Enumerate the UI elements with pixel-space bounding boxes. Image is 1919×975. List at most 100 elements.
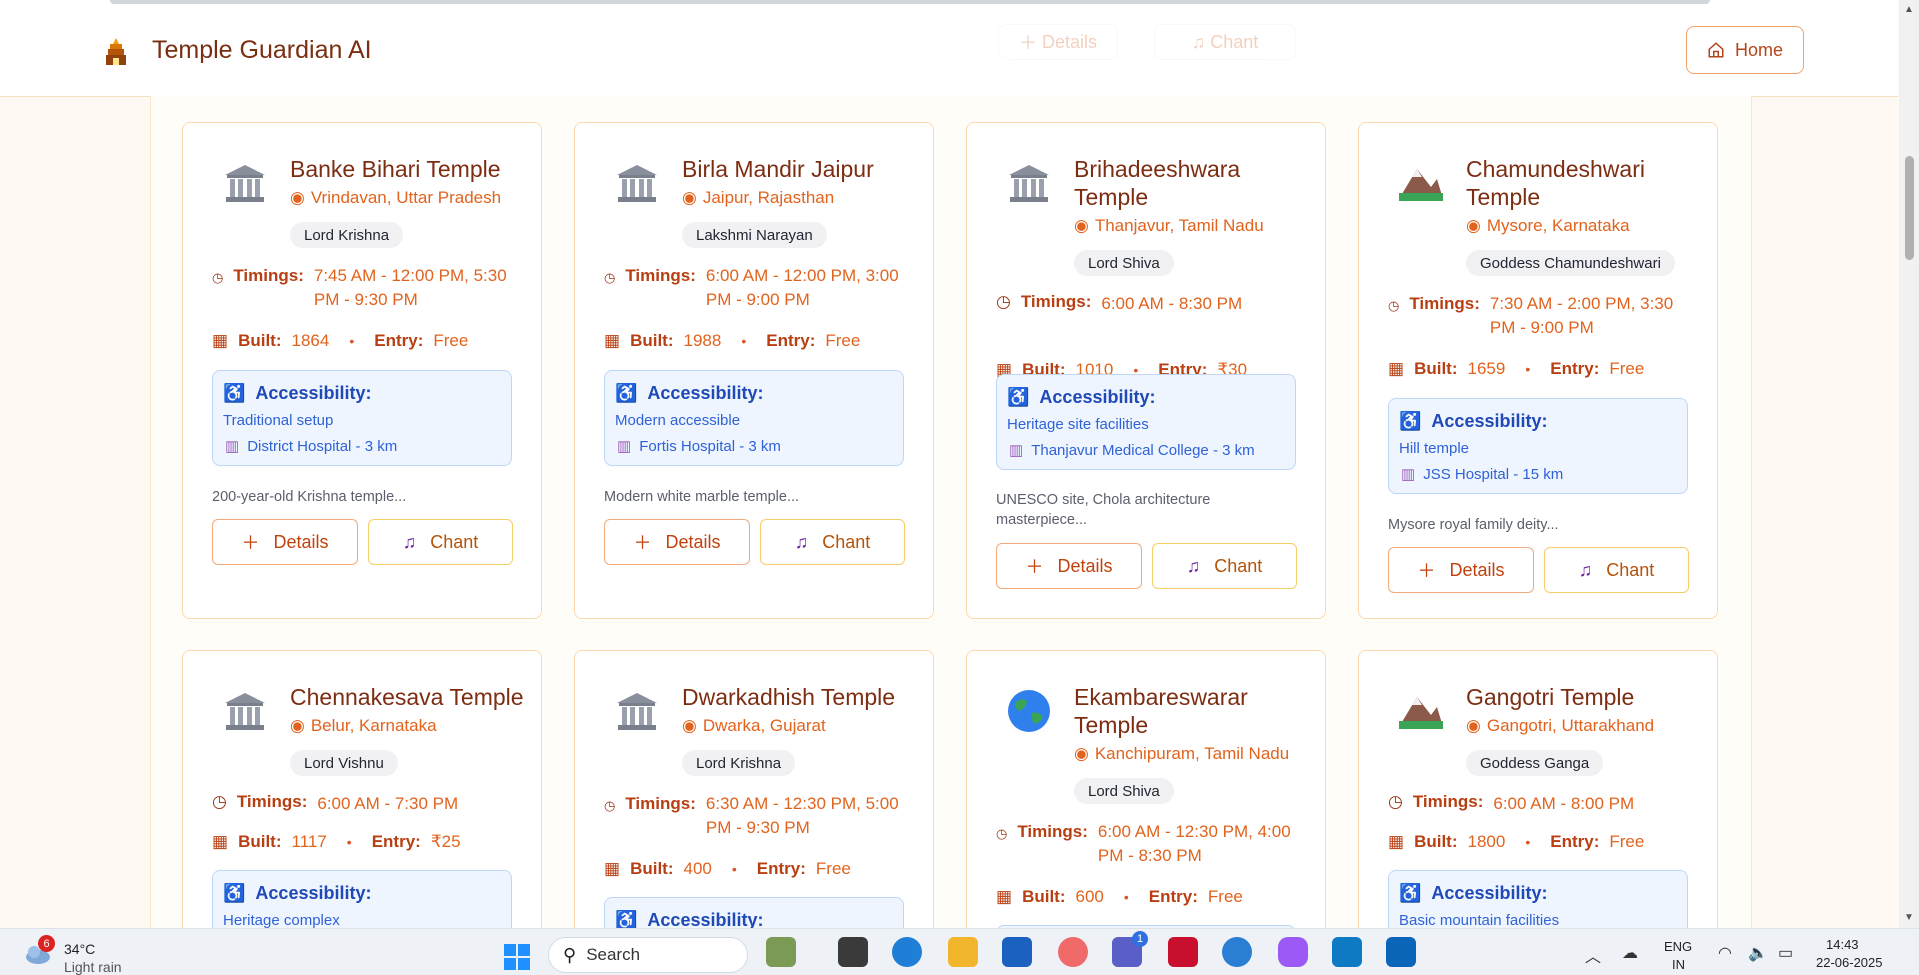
microsoft-store-icon[interactable]: [1002, 937, 1032, 967]
calendar-icon: ▦: [212, 331, 229, 350]
deity-badge: Lakshmi Narayan: [682, 222, 827, 248]
map-pin-icon: ◉: [290, 716, 305, 735]
clock-icon: ◷: [212, 792, 227, 811]
chant-button[interactable]: ♫ Chant: [368, 519, 513, 565]
clock-icon: ◷: [996, 292, 1011, 311]
wheelchair-icon: ♿: [223, 383, 246, 403]
chant-button[interactable]: ♫ Chant: [760, 519, 905, 565]
temple-grid: Banke Bihari Temple ◉ Vrindavan, Uttar Pr…: [150, 96, 1752, 928]
built-entry-row: ▦ Built: 1988 • Entry: Free: [604, 331, 861, 350]
myhp-icon[interactable]: [1332, 937, 1362, 967]
outlook-icon[interactable]: [1386, 937, 1416, 967]
music-note-icon: ♫: [1578, 559, 1593, 580]
weather-badge: 6: [38, 935, 55, 952]
edge-browser-icon[interactable]: [892, 937, 922, 967]
help-icon[interactable]: [1222, 937, 1252, 967]
wheelchair-icon: ♿: [223, 883, 246, 903]
onedrive-icon[interactable]: ☁: [1622, 943, 1638, 963]
deity-badge: Lord Krishna: [290, 222, 404, 248]
scrollbar-thumb[interactable]: [1905, 156, 1914, 260]
calendar-icon: ▦: [212, 832, 229, 851]
hospital-icon: ▥: [1401, 466, 1416, 483]
taskbar-search[interactable]: ⚲ Search: [548, 937, 748, 973]
temple-card: Ekambareswarar Temple ◉ Kanchipuram, Tami…: [966, 650, 1326, 928]
task-view-icon[interactable]: [838, 937, 868, 967]
app-header: Temple Guardian AI ＋ Details ♫ Chant Hom…: [0, 0, 1898, 97]
chevron-up-icon[interactable]: ︿: [1585, 943, 1601, 967]
plus-icon: ＋: [633, 533, 652, 553]
hospital-icon: ▥: [225, 438, 240, 455]
clock-icon: ◷: [1388, 298, 1400, 313]
temple-building-icon: [1009, 165, 1049, 202]
temple-building-icon: [225, 693, 265, 730]
details-button[interactable]: ＋ Details: [604, 519, 750, 565]
temple-name: Chennakesava Temple: [290, 684, 524, 710]
temple-name: Birla Mandir Jaipur: [682, 156, 874, 182]
clock-icon: ◷: [604, 798, 616, 813]
plus-icon: ＋: [1417, 561, 1436, 581]
windows-start-icon[interactable]: [503, 943, 531, 971]
volume-icon[interactable]: 🔈: [1748, 943, 1768, 963]
weather-desc: Light rain: [64, 959, 122, 975]
timings-row: ◷ Timings: 7:30 AM - 2:00 PM, 3:30 PM - 9:…: [1388, 294, 1674, 337]
teams-icon[interactable]: 1: [1112, 931, 1148, 967]
page-scrollbar[interactable]: ▲ ▼: [1899, 0, 1919, 928]
map-pin-icon: ◉: [682, 188, 697, 207]
built-entry-row: ▦ Built: 1659 • Entry: Free: [1388, 359, 1645, 378]
built-entry-row: ▦ Built: 400 • Entry: Free: [604, 859, 851, 878]
windows-taskbar: 6 34°C Light rain ⚲ Search 1 ︿ ☁ ENG IN …: [0, 928, 1919, 975]
details-button[interactable]: ＋ Details: [212, 519, 358, 565]
mcafee-icon[interactable]: [1168, 937, 1198, 967]
file-explorer-icon[interactable]: [948, 937, 978, 967]
chant-button[interactable]: ♫ Chant: [1544, 547, 1689, 593]
deity-badge: Lord Shiva: [1074, 778, 1174, 804]
wifi-icon[interactable]: ◠: [1718, 943, 1732, 963]
chant-button[interactable]: ♫ Chant: [1152, 543, 1297, 589]
wheelchair-icon: ♿: [615, 383, 638, 403]
timings-row: ◷ Timings: 6:00 AM - 7:30 PM: [212, 792, 459, 813]
plus-icon: ＋: [241, 533, 260, 553]
scroll-down-icon[interactable]: ▼: [1904, 912, 1914, 923]
clock-icon: ◷: [212, 270, 224, 285]
wheelchair-icon: ♿: [1399, 411, 1422, 431]
music-note-icon: ♫: [794, 531, 809, 552]
weather-icon[interactable]: 6: [22, 935, 55, 965]
details-button[interactable]: ＋ Details: [1388, 547, 1534, 593]
details-button[interactable]: ＋ Details: [996, 543, 1142, 589]
timings-row: ◷ Timings: 6:30 AM - 12:30 PM, 5:00 PM - 9…: [604, 794, 899, 837]
temple-location: ◉ Jaipur, Rajasthan: [682, 188, 835, 207]
built-entry-row: ▦ Built: 1864 • Entry: Free: [212, 331, 469, 350]
clock-date: 22-06-2025: [1816, 955, 1883, 970]
temple-card: Gangotri Temple ◉ Gangotri, Uttarakhand G…: [1358, 650, 1718, 928]
temple-description: Mysore royal family deity...: [1388, 517, 1559, 533]
region-indicator: IN: [1672, 957, 1685, 972]
timings-row: ◷ Timings: 6:00 AM - 12:30 PM, 4:00 PM - 8…: [996, 822, 1291, 865]
map-pin-icon: ◉: [682, 716, 697, 735]
hospital-icon: ▥: [617, 438, 632, 455]
bonsai-widget-icon[interactable]: [766, 937, 796, 967]
calendar-icon: ▦: [996, 887, 1013, 906]
temple-card: Chennakesava Temple ◉ Belur, Karnataka Lo…: [182, 650, 542, 928]
home-button[interactable]: Home: [1686, 26, 1804, 74]
photos-icon[interactable]: [1058, 937, 1088, 967]
clock-icon: ◷: [996, 826, 1008, 841]
accessibility-box: ♿ Accessibility: Traditional setup ▥ Distr…: [212, 370, 512, 466]
map-pin-icon: ◉: [290, 188, 305, 207]
copilot-icon[interactable]: [1278, 937, 1308, 967]
scroll-up-icon[interactable]: ▲: [1904, 4, 1914, 15]
wheelchair-icon: ♿: [615, 910, 638, 928]
language-indicator[interactable]: ENG: [1664, 939, 1692, 954]
map-pin-icon: ◉: [1074, 216, 1089, 235]
temple-location: ◉ Mysore, Karnataka: [1466, 216, 1630, 235]
deity-badge: Lord Krishna: [682, 750, 796, 776]
temple-card: Banke Bihari Temple ◉ Vrindavan, Uttar Pr…: [182, 122, 542, 619]
hospital-icon: ▥: [1009, 442, 1024, 459]
search-icon: ⚲: [563, 944, 577, 965]
music-note-icon: ♫: [1186, 555, 1201, 576]
battery-icon[interactable]: ▭: [1778, 943, 1793, 963]
clock-time[interactable]: 14:43: [1826, 937, 1859, 952]
temple-description: Modern white marble temple...: [604, 489, 800, 505]
header-chant-button-faded: ♫ Chant: [1154, 24, 1296, 60]
temple-name: Chamundeshwari Temple: [1466, 156, 1645, 210]
timings-row: ◷ Timings: 6:00 AM - 12:00 PM, 3:00 PM - 9…: [604, 266, 899, 309]
